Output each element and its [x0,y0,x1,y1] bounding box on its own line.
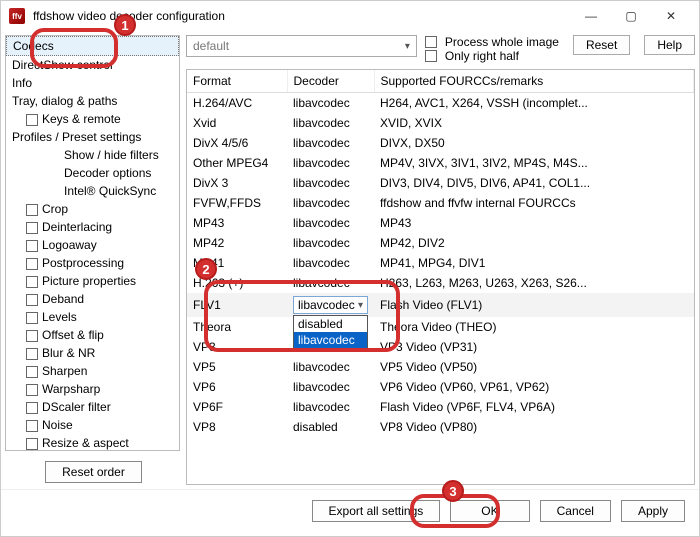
col-remarks[interactable]: Supported FOURCCs/remarks [374,70,694,93]
checkbox-icon[interactable] [26,204,38,216]
sidebar-item[interactable]: Intel® QuickSync [6,182,179,200]
ok-button[interactable]: OK [450,500,529,522]
decoder-dropdown[interactable]: libavcodec▾ [293,296,368,314]
minimize-button[interactable]: — [571,2,611,30]
app-icon: ffv [9,8,25,24]
table-row[interactable]: TheoradisabledTheora Video (THEO) [187,317,694,337]
decoder-dropdown-list[interactable]: disabled libavcodec [293,315,368,349]
sidebar-item[interactable]: Levels [6,308,179,326]
sidebar-item[interactable]: Sharpen [6,362,179,380]
dropdown-option-disabled[interactable]: disabled [294,316,367,332]
table-row[interactable]: VP6FlibavcodecFlash Video (VP6F, FLV4, V… [187,397,694,417]
sidebar-item[interactable]: Postprocessing [6,254,179,272]
sidebar-item[interactable]: Picture properties [6,272,179,290]
table-row[interactable]: Other MPEG4libavcodecMP4V, 3IVX, 3IV1, 3… [187,153,694,173]
checkbox-icon[interactable] [26,402,38,414]
sidebar-item[interactable]: Profiles / Preset settings [6,128,179,146]
callout-1: 1 [114,14,136,36]
sidebar: CodecsDirectShow controlInfoTray, dialog… [5,35,180,451]
callout-2: 2 [195,258,217,280]
chevron-down-icon: ▾ [358,300,363,311]
table-row[interactable]: VP5libavcodecVP5 Video (VP50) [187,357,694,377]
maximize-button[interactable]: ▢ [611,2,651,30]
checkbox-icon[interactable] [26,420,38,432]
sidebar-item[interactable]: Deinterlacing [6,218,179,236]
col-format[interactable]: Format [187,70,287,93]
only-right-checkbox[interactable]: Only right half [425,49,559,63]
dropdown-option-libavcodec[interactable]: libavcodec [294,332,367,348]
table-row[interactable]: H.263 (+)libavcodecH263, L263, M263, U26… [187,273,694,293]
checkbox-icon[interactable] [26,258,38,270]
sidebar-item[interactable]: Show / hide filters [6,146,179,164]
sidebar-item[interactable]: Decoder options [6,164,179,182]
apply-button[interactable]: Apply [621,500,685,522]
sidebar-item[interactable]: Offset & flip [6,326,179,344]
chevron-down-icon: ▾ [405,41,410,52]
codec-table[interactable]: Format Decoder Supported FOURCCs/remarks… [186,69,695,485]
sidebar-item[interactable]: Crop [6,200,179,218]
export-button[interactable]: Export all settings [312,500,441,522]
sidebar-item[interactable]: Codecs [6,36,179,56]
sidebar-item[interactable]: DirectShow control [6,56,179,74]
col-decoder[interactable]: Decoder [287,70,374,93]
sidebar-item[interactable]: Warpsharp [6,380,179,398]
reset-button[interactable]: Reset [573,35,630,55]
sidebar-item[interactable]: Noise [6,416,179,434]
checkbox-icon[interactable] [26,240,38,252]
table-row[interactable]: MP41libavcodecMP41, MPG4, DIV1 [187,253,694,273]
table-row[interactable]: FVFW,FFDSlibavcodecffdshow and ffvfw int… [187,193,694,213]
sidebar-item[interactable]: Logoaway [6,236,179,254]
sidebar-item[interactable]: Tray, dialog & paths [6,92,179,110]
table-row[interactable]: FLV1libavcodec▾Flash Video (FLV1) [187,293,694,317]
sidebar-item[interactable]: Resize & aspect [6,434,179,451]
table-row[interactable]: MP43libavcodecMP43 [187,213,694,233]
checkbox-icon[interactable] [26,348,38,360]
table-row[interactable]: VP8disabledVP8 Video (VP80) [187,417,694,437]
callout-3: 3 [442,480,464,502]
checkbox-icon[interactable] [26,222,38,234]
checkbox-icon[interactable] [26,312,38,324]
sidebar-item[interactable]: Keys & remote [6,110,179,128]
process-whole-checkbox[interactable]: Process whole image [425,35,559,49]
reset-order-button[interactable]: Reset order [45,461,142,483]
sidebar-item[interactable]: Deband [6,290,179,308]
table-row[interactable]: DivX 4/5/6libavcodecDIVX, DX50 [187,133,694,153]
preset-select[interactable]: default ▾ [186,35,417,57]
help-button[interactable]: Help [644,35,695,55]
table-row[interactable]: XvidlibavcodecXVID, XVIX [187,113,694,133]
checkbox-icon[interactable] [26,366,38,378]
checkbox-icon[interactable] [26,276,38,288]
sidebar-item[interactable]: DScaler filter [6,398,179,416]
table-row[interactable]: VP3libavcodecVP3 Video (VP31) [187,337,694,357]
close-button[interactable]: ✕ [651,2,691,30]
titlebar: ffv ffdshow video decoder configuration … [1,1,699,31]
table-row[interactable]: DivX 3libavcodecDIV3, DIV4, DIV5, DIV6, … [187,173,694,193]
checkbox-icon[interactable] [26,384,38,396]
checkbox-icon[interactable] [26,330,38,342]
checkbox-icon[interactable] [26,294,38,306]
table-row[interactable]: H.264/AVClibavcodecH264, AVC1, X264, VSS… [187,93,694,114]
preset-value: default [193,39,229,53]
checkbox-icon[interactable] [26,114,38,126]
sidebar-item[interactable]: Blur & NR [6,344,179,362]
cancel-button[interactable]: Cancel [540,500,611,522]
table-row[interactable]: VP6libavcodecVP6 Video (VP60, VP61, VP62… [187,377,694,397]
table-row[interactable]: MP42libavcodecMP42, DIV2 [187,233,694,253]
checkbox-icon[interactable] [26,438,38,450]
sidebar-item[interactable]: Info [6,74,179,92]
